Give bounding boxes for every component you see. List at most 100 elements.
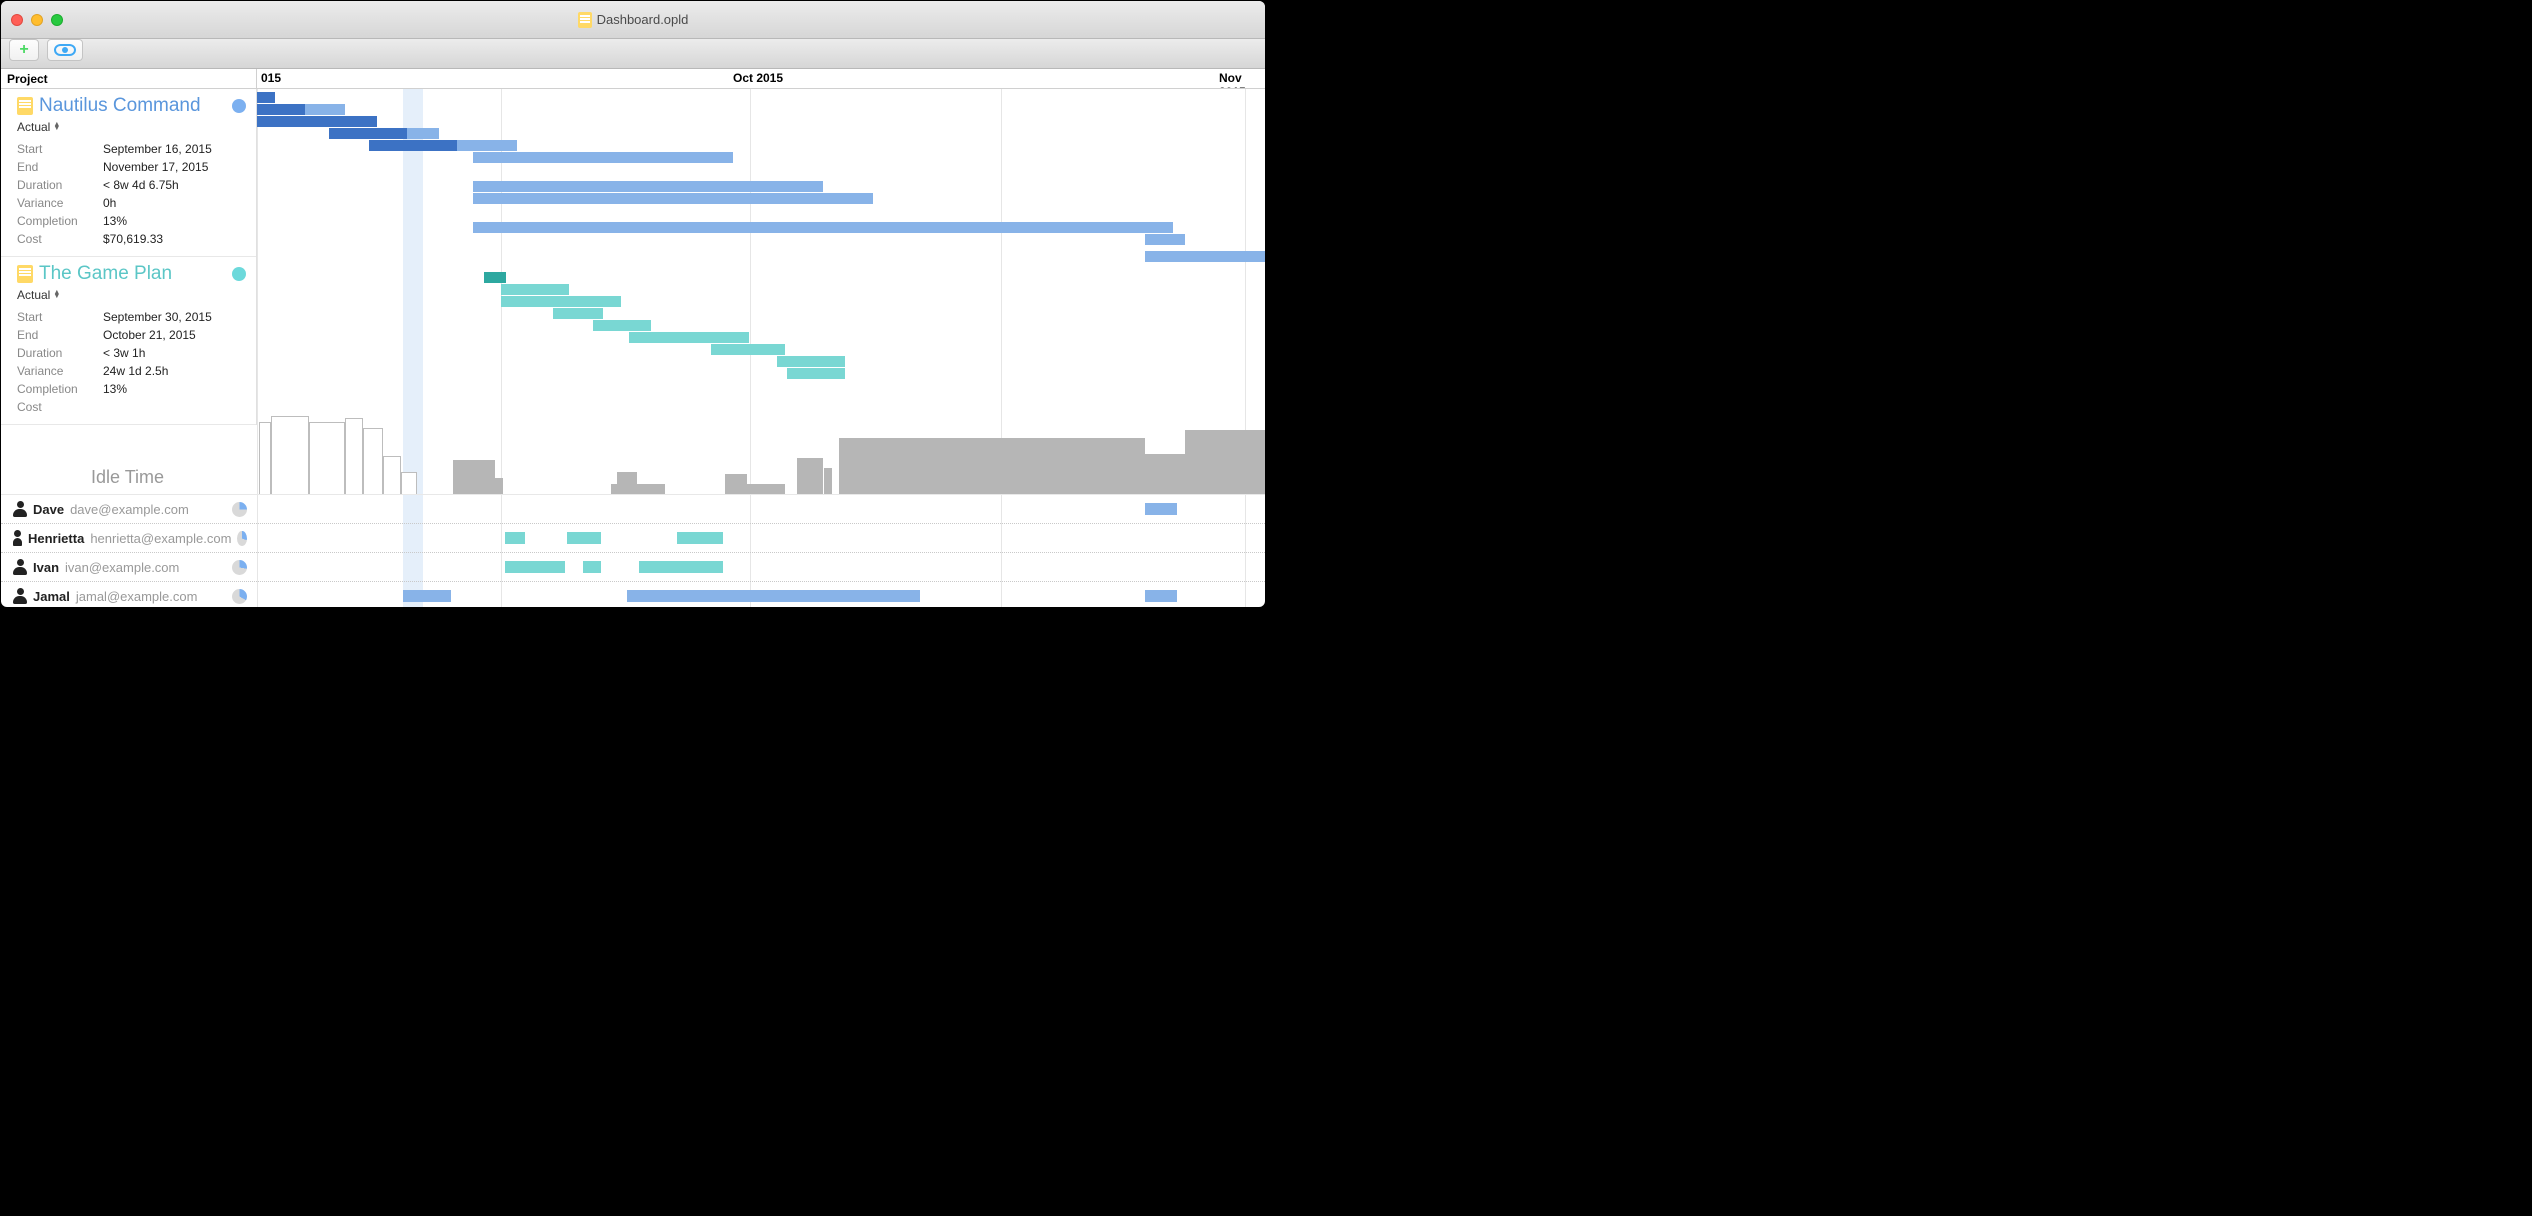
project-block[interactable]: Nautilus CommandActual▲▼StartSeptember 1… (1, 89, 256, 257)
detail-label: Completion (17, 380, 103, 398)
project-block[interactable]: The Game PlanActual▲▼StartSeptember 30, … (1, 257, 256, 425)
titlebar[interactable]: Dashboard.opld (1, 1, 1265, 39)
idle-outline-bar (345, 418, 363, 494)
gantt-bar[interactable] (473, 152, 733, 163)
gantt-bar[interactable] (777, 356, 845, 367)
resource-timeline (257, 553, 1265, 581)
detail-label: Variance (17, 362, 103, 380)
gantt-bar[interactable] (593, 320, 651, 331)
gantt-bar[interactable] (473, 222, 1173, 233)
window-title: Dashboard.opld (1, 12, 1265, 28)
document-icon (578, 12, 592, 28)
gantt-bar[interactable] (329, 128, 407, 139)
gantt-bar[interactable] (1145, 234, 1185, 245)
traffic-lights (11, 14, 63, 26)
project-detail-row: Completion13% (17, 212, 246, 230)
resource-bar[interactable] (567, 532, 601, 544)
gantt-bar[interactable] (787, 368, 821, 379)
idle-bar (839, 438, 865, 494)
plus-icon: + (19, 42, 28, 58)
idle-bar (495, 478, 503, 494)
project-mode-selector[interactable]: Actual▲▼ (17, 120, 246, 134)
resource-bar[interactable] (1145, 503, 1177, 515)
detail-label: Completion (17, 212, 103, 230)
resource-bar[interactable] (505, 561, 565, 573)
resource-bar[interactable] (403, 590, 451, 602)
resource-bar[interactable] (1145, 590, 1177, 602)
project-color-dot (232, 99, 246, 113)
gantt-bar[interactable] (629, 332, 749, 343)
idle-bar (611, 484, 625, 494)
project-icon (17, 97, 33, 115)
resources-section: Davedave@example.comHenriettahenrietta@e… (1, 495, 1265, 607)
utilization-pie-icon (232, 502, 247, 517)
gantt-bar[interactable] (485, 140, 503, 151)
person-icon (13, 501, 27, 517)
project-detail-row: Variance24w 1d 2.5h (17, 362, 246, 380)
gantt-bar[interactable] (257, 92, 275, 103)
zoom-window-button[interactable] (51, 14, 63, 26)
resource-email: ivan@example.com (65, 560, 179, 575)
project-mode-selector[interactable]: Actual▲▼ (17, 288, 246, 302)
detail-value: 13% (103, 380, 127, 398)
timeline-label: 015 (261, 71, 281, 85)
resource-email: henrietta@example.com (90, 531, 231, 546)
idle-outline-bar (401, 472, 417, 494)
detail-label: End (17, 326, 103, 344)
resource-bar[interactable] (639, 561, 723, 573)
detail-value: September 16, 2015 (103, 140, 212, 158)
idle-bar (824, 468, 832, 494)
gantt-bar[interactable] (553, 308, 603, 319)
gantt-bar[interactable] (484, 272, 506, 283)
view-button[interactable] (47, 39, 83, 61)
column-headers: Project 015Oct 2015Nov 2015 (1, 69, 1265, 89)
gantt-bar[interactable] (369, 140, 457, 151)
minimize-window-button[interactable] (31, 14, 43, 26)
gantt-bar[interactable] (1145, 251, 1265, 262)
detail-value: < 3w 1h (103, 344, 145, 362)
gantt-bar[interactable] (821, 368, 845, 379)
idle-outline-bar (383, 456, 401, 494)
gantt-bar[interactable] (257, 116, 377, 127)
gantt-bar[interactable] (711, 344, 785, 355)
project-detail-row: EndOctober 21, 2015 (17, 326, 246, 344)
detail-label: Cost (17, 230, 103, 248)
resource-row[interactable]: Ivanivan@example.com (1, 553, 1265, 582)
resource-bar[interactable] (583, 561, 601, 573)
resource-bar[interactable] (677, 532, 723, 544)
detail-label: Start (17, 140, 103, 158)
resource-bar[interactable] (627, 590, 920, 602)
resource-row[interactable]: Henriettahenrietta@example.com (1, 524, 1265, 553)
app-window: Dashboard.opld + Project 015Oct 2015Nov … (1, 1, 1265, 607)
add-button[interactable]: + (9, 39, 39, 61)
idle-outline-bar (259, 422, 271, 494)
timeline-header[interactable]: 015Oct 2015Nov 2015 (257, 69, 1265, 88)
idle-outline-bar (309, 422, 345, 494)
idle-outline-bar (271, 416, 309, 494)
gantt-bar[interactable] (501, 296, 621, 307)
close-window-button[interactable] (11, 14, 23, 26)
idle-section: Idle Time (1, 409, 1265, 495)
resource-bar[interactable] (505, 532, 525, 544)
resource-row[interactable]: Jamaljamal@example.com (1, 582, 1265, 607)
detail-value: October 21, 2015 (103, 326, 196, 344)
gantt-bars (257, 89, 1265, 409)
detail-value: 13% (103, 212, 127, 230)
gantt-bar[interactable] (501, 284, 569, 295)
timeline-label: Oct 2015 (733, 71, 783, 85)
idle-label: Idle Time (91, 467, 164, 488)
idle-bar (453, 460, 495, 494)
gantt-bar[interactable] (257, 104, 305, 115)
project-detail-row: Variance0h (17, 194, 246, 212)
toolbar: + (1, 39, 1265, 69)
gantt-bar[interactable] (473, 181, 823, 192)
project-detail-row: StartSeptember 30, 2015 (17, 308, 246, 326)
resource-timeline (257, 582, 1265, 607)
eye-icon (54, 44, 76, 56)
project-detail-row: Cost$70,619.33 (17, 230, 246, 248)
project-column-header[interactable]: Project (1, 69, 257, 88)
resource-row[interactable]: Davedave@example.com (1, 495, 1265, 524)
gantt-bar[interactable] (473, 193, 873, 204)
detail-label: Start (17, 308, 103, 326)
project-detail-row: Duration< 8w 4d 6.75h (17, 176, 246, 194)
